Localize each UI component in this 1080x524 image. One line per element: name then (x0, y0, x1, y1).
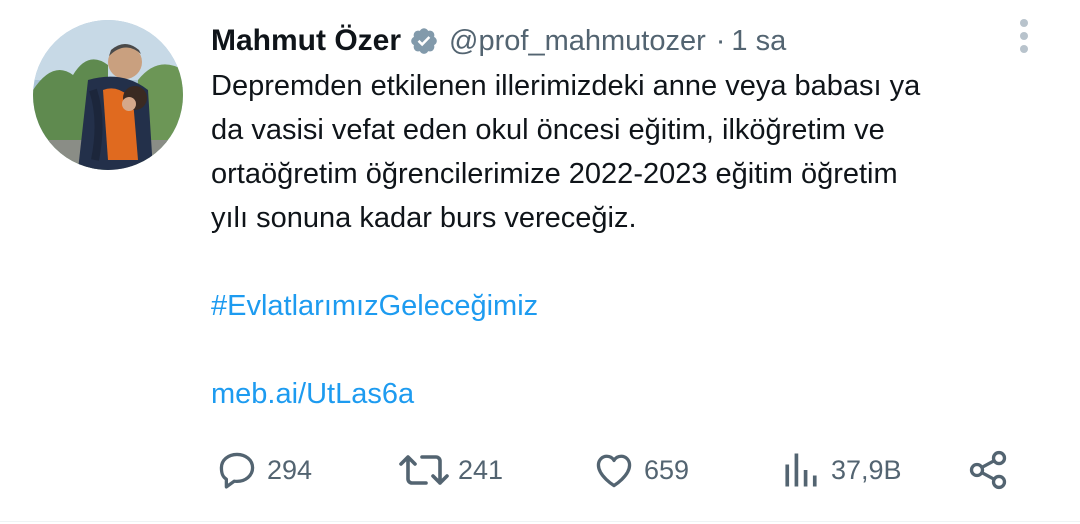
reply-button[interactable]: 294 (215, 440, 312, 500)
like-button[interactable]: 659 (592, 440, 689, 500)
separator-dot: · (715, 24, 726, 57)
views-count: 37,9B (831, 454, 902, 485)
hashtag-link[interactable]: #EvlatlarımızGeleceğimiz (211, 284, 538, 328)
tweet-text-line: yılı sonuna kadar burs vereceğiz. (211, 202, 637, 234)
heart-icon (592, 448, 636, 492)
divider (0, 521, 1080, 522)
speech-bubble-icon (215, 448, 259, 492)
url-link[interactable]: meb.ai/UtLas6a (211, 372, 414, 416)
retweet-arrows-icon (398, 448, 450, 492)
tweet-timestamp[interactable]: 1 sa (731, 25, 786, 58)
bar-chart-icon (779, 448, 823, 492)
tweet-text-line: da vasisi vefat eden okul öncesi eğitim,… (211, 114, 885, 146)
vertical-ellipsis-icon[interactable] (1011, 17, 1037, 57)
tweet-text: Depremden etkilenen illerimizdeki anne v… (211, 64, 1041, 240)
share-nodes-icon (966, 448, 1010, 492)
retweet-count: 241 (458, 454, 504, 485)
share-button[interactable] (966, 440, 1010, 500)
author-name[interactable]: Mahmut Özer (211, 24, 401, 58)
avatar[interactable] (33, 20, 183, 170)
avatar-photo (33, 20, 183, 170)
tweet-card[interactable]: Mahmut Özer @prof_mahmutozer · 1 sa Depr… (0, 0, 1080, 524)
tweet-header: Mahmut Özer @prof_mahmutozer · 1 sa (211, 20, 786, 62)
like-count: 659 (644, 454, 690, 485)
tweet-text-line: Depremden etkilenen illerimizdeki anne v… (211, 70, 921, 102)
tweet-actions: 294 241 659 37,9B (0, 440, 1080, 500)
verified-badge-icon (409, 26, 439, 56)
retweet-button[interactable]: 241 (398, 440, 503, 500)
author-handle[interactable]: @prof_mahmutozer (449, 25, 706, 58)
views-button[interactable]: 37,9B (779, 440, 902, 500)
reply-count: 294 (267, 454, 313, 485)
tweet-text-line: ortaöğretim öğrencilerimize 2022-2023 eğ… (211, 158, 898, 190)
